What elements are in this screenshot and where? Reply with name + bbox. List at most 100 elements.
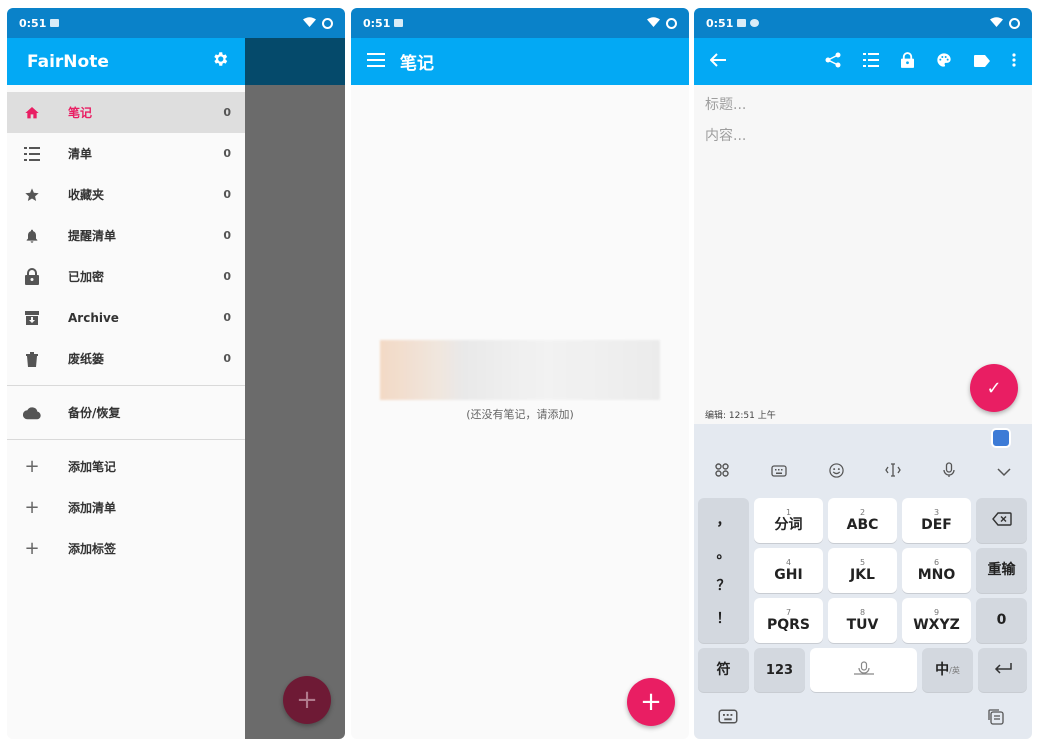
- key-chinese-english[interactable]: 中/英: [922, 648, 973, 692]
- key-label: 0: [996, 612, 1007, 628]
- edited-timestamp: 编辑: 12:51 上午: [705, 411, 776, 421]
- key-exclaim: ！: [716, 610, 731, 627]
- drawer-item-archive[interactable]: Archive 0: [7, 297, 245, 338]
- key-punctuation-column[interactable]: ， 。 ？ ！: [698, 498, 749, 643]
- backspace-icon: [991, 511, 1012, 530]
- drawer-header: FairNote: [7, 38, 245, 85]
- keyboard-icon[interactable]: [771, 463, 787, 481]
- key-0[interactable]: 0: [976, 598, 1027, 643]
- drawer-item-count: 0: [223, 106, 231, 119]
- settings-gear-icon[interactable]: [211, 50, 229, 73]
- key-4[interactable]: 4 GHI: [754, 548, 823, 593]
- emoji-icon[interactable]: [828, 462, 844, 482]
- note-content-input[interactable]: 内容...: [705, 125, 746, 145]
- key-digit: 5: [859, 557, 866, 567]
- navigation-drawer: 笔记 0 清单 0 收藏夹 0 提醒清单 0 已加密 0 Archive 0 废…: [7, 85, 245, 739]
- drawer-item-count: 0: [223, 188, 231, 201]
- drawer-item-reminders[interactable]: 提醒清单 0: [7, 215, 245, 256]
- key-digit: 4: [785, 557, 792, 567]
- notification-icon: [750, 19, 760, 27]
- drawer-item-label: Archive: [68, 310, 119, 325]
- back-arrow-icon[interactable]: [709, 52, 726, 71]
- note-title-input[interactable]: 标题...: [705, 94, 746, 114]
- drawer-item-label: 已加密: [68, 270, 105, 284]
- chevron-down-icon[interactable]: [997, 463, 1011, 481]
- drawer-action-add-note[interactable]: + 添加笔记: [7, 446, 245, 487]
- lock-icon[interactable]: [901, 51, 914, 72]
- bell-icon: [23, 227, 41, 245]
- status-bar: 0:51: [7, 8, 345, 38]
- drawer-item-count: 0: [223, 311, 231, 324]
- save-check-fab[interactable]: ✓: [970, 364, 1018, 412]
- screen-notes-list: 0:51 笔记 (还没有笔记，请添加) +: [351, 8, 689, 739]
- add-note-fab[interactable]: +: [627, 678, 675, 726]
- key-123[interactable]: 123: [754, 648, 805, 692]
- keyboard: ， 。 ？ ！ 1 分词 2 ABC 3 DEF 4 GHI 5 JKL 6 MNO 重输: [694, 424, 1032, 739]
- drawer-scrim[interactable]: [245, 85, 345, 739]
- battery-icon: [666, 17, 677, 29]
- drawer-item-label: 收藏夹: [68, 188, 105, 202]
- lock-icon: [23, 268, 41, 286]
- screen-note-editor: 0:51 标题... 内容... 编辑: 12:51 上午 ✓ ， 。 ？ ！ …: [694, 8, 1032, 739]
- archive-icon: [23, 309, 41, 327]
- key-2[interactable]: 2 ABC: [828, 498, 897, 543]
- palette-icon[interactable]: [936, 52, 952, 72]
- key-7[interactable]: 7 PQRS: [754, 598, 823, 643]
- checklist-icon[interactable]: [863, 52, 879, 71]
- key-enter[interactable]: [978, 648, 1027, 692]
- drawer-item-label: 清单: [68, 147, 93, 161]
- wifi-icon: [303, 16, 316, 30]
- key-sub-label: /英: [949, 665, 960, 675]
- enter-icon: [994, 662, 1012, 678]
- key-label: 中: [935, 661, 950, 678]
- microphone-icon[interactable]: [943, 462, 955, 482]
- assistant-robot-icon[interactable]: [991, 428, 1011, 448]
- key-label: 符: [716, 661, 731, 678]
- keyboard-switch-icon[interactable]: [718, 709, 738, 728]
- clipboard-icon[interactable]: [987, 708, 1005, 730]
- menu-icon[interactable]: [367, 52, 385, 72]
- status-bar: 0:51: [694, 8, 1032, 38]
- key-label: JKL: [850, 566, 875, 583]
- drawer-item-label: 废纸篓: [68, 352, 105, 366]
- key-9[interactable]: 9 WXYZ: [902, 598, 971, 643]
- key-symbols[interactable]: 符: [698, 648, 749, 692]
- label-tag-icon[interactable]: [974, 52, 990, 71]
- cursor-move-icon[interactable]: [885, 463, 902, 481]
- key-6[interactable]: 6 MNO: [902, 548, 971, 593]
- plus-icon: +: [24, 456, 40, 477]
- grid-apps-icon[interactable]: [715, 463, 729, 481]
- status-bar: 0:51: [351, 8, 689, 38]
- key-label: GHI: [774, 566, 803, 583]
- drawer-action-add-list[interactable]: + 添加清单: [7, 487, 245, 528]
- drawer-item-label: 备份/恢复: [68, 406, 121, 420]
- drawer-item-encrypted[interactable]: 已加密 0: [7, 256, 245, 297]
- drawer-item-notes[interactable]: 笔记 0: [7, 92, 245, 133]
- key-backspace[interactable]: [976, 498, 1027, 543]
- drawer-item-lists[interactable]: 清单 0: [7, 133, 245, 174]
- key-reenter[interactable]: 重输: [976, 548, 1027, 593]
- notification-icon: [50, 19, 60, 27]
- key-question: ？: [716, 578, 731, 595]
- scrim-header: [245, 38, 345, 85]
- key-8[interactable]: 8 TUV: [828, 598, 897, 643]
- key-1[interactable]: 1 分词: [754, 498, 823, 543]
- home-icon: [23, 104, 41, 122]
- key-digit: 6: [933, 557, 940, 567]
- wifi-icon: [647, 16, 660, 30]
- drawer-action-label: 添加笔记: [68, 460, 117, 474]
- divider: [7, 385, 245, 386]
- key-space[interactable]: [810, 648, 917, 692]
- drawer-action-add-tag[interactable]: + 添加标签: [7, 528, 245, 569]
- blurred-image: [380, 340, 660, 400]
- keyboard-toolbar: [694, 457, 1032, 487]
- drawer-item-trash[interactable]: 废纸篓 0: [7, 338, 245, 379]
- key-label: DEF: [921, 516, 952, 533]
- drawer-item-favorites[interactable]: 收藏夹 0: [7, 174, 245, 215]
- share-icon[interactable]: [825, 52, 841, 72]
- key-5[interactable]: 5 JKL: [828, 548, 897, 593]
- key-3[interactable]: 3 DEF: [902, 498, 971, 543]
- more-vert-icon[interactable]: [1012, 52, 1016, 71]
- trash-icon: [23, 350, 41, 368]
- drawer-item-backup[interactable]: 备份/恢复: [7, 392, 245, 433]
